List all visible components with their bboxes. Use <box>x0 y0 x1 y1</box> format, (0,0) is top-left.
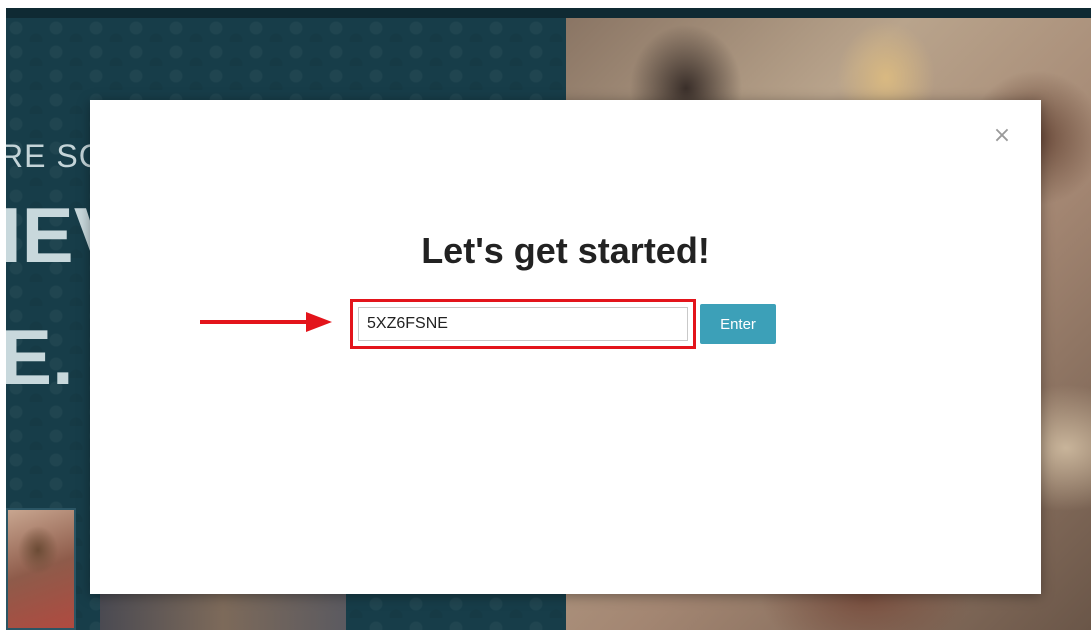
annotation-arrow-shaft <box>200 320 312 324</box>
enter-button[interactable]: Enter <box>700 304 776 344</box>
hero-headline-line2: E. <box>6 313 74 401</box>
highlight-box <box>350 299 696 349</box>
hero-eyebrow-text: RE SC <box>6 138 103 174</box>
modal-title: Let's get started! <box>421 230 710 271</box>
thumbnail-photo-2 <box>100 593 346 630</box>
close-icon[interactable]: × <box>990 124 1014 148</box>
join-code-modal: × Let's get started! Enter <box>90 100 1041 594</box>
annotation-arrow-icon <box>306 312 332 332</box>
thumbnail-photo-1 <box>6 508 76 630</box>
join-code-input[interactable] <box>358 307 688 341</box>
top-bar <box>6 8 1091 18</box>
